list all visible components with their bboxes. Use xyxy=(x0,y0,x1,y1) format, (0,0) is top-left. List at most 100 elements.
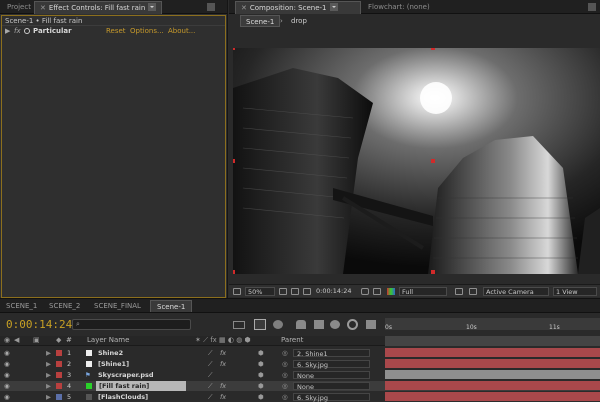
pick-whip-icon[interactable]: ◎ xyxy=(282,348,288,358)
resolution-select[interactable]: Full xyxy=(399,287,447,296)
tab-composition[interactable]: ✕ Composition: Scene-1 xyxy=(235,1,361,14)
3d-layer-icon[interactable]: ⬢ xyxy=(258,359,264,369)
column-layer-name[interactable]: Layer Name xyxy=(87,336,129,344)
fx-switch-icon[interactable]: fx xyxy=(220,348,226,358)
pick-whip-icon[interactable]: ◎ xyxy=(282,359,288,369)
panel-menu-icon[interactable] xyxy=(207,3,215,11)
grid-icon[interactable] xyxy=(279,288,287,295)
tab-project[interactable]: Project xyxy=(2,1,36,14)
view-layout-select[interactable]: 1 View xyxy=(553,287,597,296)
fx-toggle-icon[interactable]: fx xyxy=(14,26,21,37)
layer-label-color[interactable] xyxy=(56,350,62,356)
timeline-timecode[interactable]: 0:00:14:24 xyxy=(6,318,72,331)
tab-scene-1[interactable]: SCENE_1 xyxy=(0,300,43,312)
layer-label-color[interactable] xyxy=(56,361,62,367)
frame-blending-icon[interactable] xyxy=(314,320,324,329)
work-area-bar[interactable] xyxy=(385,318,600,330)
3d-layer-icon[interactable]: ⬢ xyxy=(258,348,264,358)
layer-handle[interactable] xyxy=(431,159,435,163)
layer-label-color[interactable] xyxy=(56,394,62,400)
label-column-icon[interactable]: ◆ xyxy=(56,336,61,344)
channel-icon[interactable] xyxy=(387,288,395,295)
layer-row[interactable]: ◉ ▶ 1 Shine2 ⟋ fx ⬢ ◎ 2. Shine1 xyxy=(0,348,600,358)
quality-switch-icon[interactable]: ⟋ xyxy=(208,370,213,380)
always-preview-icon[interactable] xyxy=(233,288,241,295)
mask-icon[interactable] xyxy=(291,288,299,295)
motion-blur-icon[interactable] xyxy=(330,320,340,329)
viewer-timecode[interactable]: 0:00:14:24 xyxy=(316,287,352,296)
options-link[interactable]: Options... xyxy=(130,26,164,37)
expand-triangle-icon[interactable]: ▶ xyxy=(46,359,51,369)
layer-name[interactable]: Shine2 xyxy=(98,348,123,358)
expand-triangle-icon[interactable]: ▶ xyxy=(46,381,51,391)
fx-switch-icon[interactable]: fx xyxy=(220,359,226,369)
layer-duration-bar[interactable] xyxy=(385,370,600,379)
eye-icon[interactable]: ◉ xyxy=(4,392,10,402)
3d-layer-icon[interactable]: ⬢ xyxy=(258,392,264,402)
switches-icons[interactable]: ✶ ⟋ fx ▦ ◐ ◍ ⬢ xyxy=(195,336,251,345)
draft-3d-icon[interactable] xyxy=(273,320,283,329)
fit-icon[interactable] xyxy=(303,288,311,295)
chevron-down-icon[interactable] xyxy=(148,3,157,11)
layer-row[interactable]: ◉ ▶ 5 [FlashClouds] ⟋ fx ⬢ ◎ 6. Sky.jpg xyxy=(0,392,600,402)
lock-icon[interactable]: ▣ xyxy=(33,336,40,344)
zoom-select[interactable]: 50% xyxy=(245,287,275,296)
quality-switch-icon[interactable]: ⟋ xyxy=(208,392,213,402)
tab-scene-final[interactable]: SCENE_FINAL xyxy=(88,300,147,312)
layer-search-input[interactable]: ⌕ xyxy=(72,319,191,330)
quality-switch-icon[interactable]: ⟋ xyxy=(208,348,213,358)
chevron-down-icon[interactable] xyxy=(329,3,338,11)
layer-row[interactable]: ◉ ▶ 3 ⚑ Skyscraper.psd ⟋ ⬢ ◎ None xyxy=(0,370,600,380)
comp-mini-flowchart-icon[interactable] xyxy=(233,321,245,329)
camera-select[interactable]: Active Camera xyxy=(483,287,549,296)
tab-scene-1-active[interactable]: Scene-1 xyxy=(150,300,193,312)
camera-snapshot-icon[interactable] xyxy=(361,288,369,295)
layer-row-selected[interactable]: ◉ ▶ 4 [Fill fast rain] ⟋ fx ⬢ ◎ None xyxy=(0,381,600,391)
fx-switch-icon[interactable]: fx xyxy=(220,381,226,391)
comp-nav-next[interactable]: drop xyxy=(291,17,307,25)
eye-icon[interactable]: ◉ xyxy=(4,348,10,358)
effect-row-particular[interactable]: ▶ fx Particular Reset Options... About..… xyxy=(2,26,225,37)
3d-layer-icon[interactable]: ⬢ xyxy=(258,381,264,391)
parent-select[interactable]: 2. Shine1 xyxy=(293,349,370,358)
close-icon[interactable]: ✕ xyxy=(40,2,46,14)
composition-viewer[interactable] xyxy=(233,48,600,274)
region-of-interest-icon[interactable] xyxy=(455,288,463,295)
column-parent[interactable]: Parent xyxy=(281,336,303,344)
parent-select[interactable]: None xyxy=(293,371,370,380)
brainstorm-icon[interactable] xyxy=(347,319,358,330)
eye-icon[interactable]: ◉ xyxy=(4,359,10,369)
layer-name[interactable]: [FlashClouds] xyxy=(98,392,148,402)
expand-triangle-icon[interactable]: ▶ xyxy=(46,392,51,402)
layer-name[interactable]: Skyscraper.psd xyxy=(98,370,154,380)
tab-scene-2[interactable]: SCENE_2 xyxy=(43,300,86,312)
live-update-icon[interactable] xyxy=(254,319,266,330)
layer-name[interactable]: [Shine1] xyxy=(98,359,129,369)
layer-duration-bar[interactable] xyxy=(385,359,600,368)
layer-duration-bar[interactable] xyxy=(385,381,600,390)
layer-name[interactable]: [Fill fast rain] xyxy=(96,381,186,391)
expand-triangle-icon[interactable]: ▶ xyxy=(46,348,51,358)
tab-effect-controls[interactable]: ✕ Effect Controls: Fill fast rain xyxy=(34,1,162,14)
eye-icon[interactable]: ◉ xyxy=(4,381,10,391)
column-hash[interactable]: # xyxy=(66,336,72,344)
3d-layer-icon[interactable]: ⬢ xyxy=(258,370,264,380)
pick-whip-icon[interactable]: ◎ xyxy=(282,392,288,402)
layer-handle[interactable] xyxy=(431,48,435,50)
layer-handle[interactable] xyxy=(233,159,235,163)
tab-flowchart[interactable]: Flowchart: (none) xyxy=(363,1,435,14)
layer-handle[interactable] xyxy=(233,270,235,274)
parent-select[interactable]: 6. Sky.jpg xyxy=(293,360,370,369)
quality-switch-icon[interactable]: ⟋ xyxy=(208,359,213,369)
expand-triangle-icon[interactable]: ▶ xyxy=(5,26,10,37)
show-snapshot-icon[interactable] xyxy=(373,288,381,295)
fx-switch-icon[interactable]: fx xyxy=(220,392,226,402)
transparency-grid-icon[interactable] xyxy=(469,288,477,295)
layer-label-color[interactable] xyxy=(56,383,62,389)
expand-triangle-icon[interactable]: ▶ xyxy=(46,370,51,380)
layer-label-color[interactable] xyxy=(56,372,62,378)
quality-switch-icon[interactable]: ⟋ xyxy=(208,381,213,391)
eye-icon[interactable]: ◉ xyxy=(4,370,10,380)
pick-whip-icon[interactable]: ◎ xyxy=(282,370,288,380)
graph-editor-icon[interactable] xyxy=(366,320,376,329)
